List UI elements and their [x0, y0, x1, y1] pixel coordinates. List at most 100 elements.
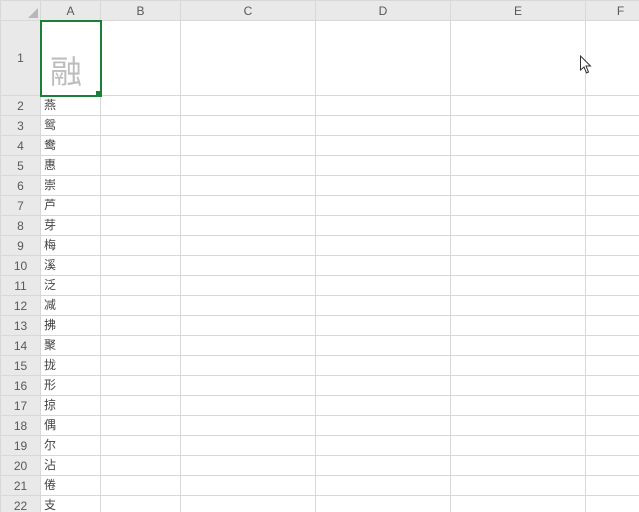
- row-header-19[interactable]: 19: [1, 436, 41, 456]
- cell-a6[interactable]: 崇: [41, 176, 101, 196]
- cell-c7[interactable]: [181, 196, 316, 216]
- row-header-6[interactable]: 6: [1, 176, 41, 196]
- cell-b1[interactable]: [101, 21, 181, 96]
- cell-b13[interactable]: [101, 316, 181, 336]
- row-header-1[interactable]: 1: [1, 21, 41, 96]
- cell-e15[interactable]: [451, 356, 586, 376]
- cell-f18[interactable]: [586, 416, 639, 436]
- cell-e19[interactable]: [451, 436, 586, 456]
- cell-c10[interactable]: [181, 256, 316, 276]
- select-all-corner[interactable]: [1, 1, 41, 21]
- cell-b12[interactable]: [101, 296, 181, 316]
- column-header-b[interactable]: B: [101, 1, 181, 21]
- cell-a3[interactable]: 鸳: [41, 116, 101, 136]
- cell-c16[interactable]: [181, 376, 316, 396]
- cell-d16[interactable]: [316, 376, 451, 396]
- cell-f6[interactable]: [586, 176, 639, 196]
- grid[interactable]: ABCDEF1融2燕3鸳4鸯5惠6崇7芦8芽9梅10溪11泛12减13拂14聚1…: [0, 0, 639, 512]
- cell-a15[interactable]: 拢: [41, 356, 101, 376]
- cell-f19[interactable]: [586, 436, 639, 456]
- cell-d11[interactable]: [316, 276, 451, 296]
- cell-c3[interactable]: [181, 116, 316, 136]
- cell-a12[interactable]: 减: [41, 296, 101, 316]
- cell-a7[interactable]: 芦: [41, 196, 101, 216]
- cell-a14[interactable]: 聚: [41, 336, 101, 356]
- row-header-5[interactable]: 5: [1, 156, 41, 176]
- cell-f20[interactable]: [586, 456, 639, 476]
- cell-b18[interactable]: [101, 416, 181, 436]
- cell-e14[interactable]: [451, 336, 586, 356]
- row-header-2[interactable]: 2: [1, 96, 41, 116]
- cell-d21[interactable]: [316, 476, 451, 496]
- column-header-f[interactable]: F: [586, 1, 639, 21]
- cell-c5[interactable]: [181, 156, 316, 176]
- cell-a18[interactable]: 偶: [41, 416, 101, 436]
- cell-f22[interactable]: [586, 496, 639, 512]
- cell-d4[interactable]: [316, 136, 451, 156]
- cell-a13[interactable]: 拂: [41, 316, 101, 336]
- cell-b17[interactable]: [101, 396, 181, 416]
- column-header-e[interactable]: E: [451, 1, 586, 21]
- cell-f12[interactable]: [586, 296, 639, 316]
- cell-a9[interactable]: 梅: [41, 236, 101, 256]
- cell-b9[interactable]: [101, 236, 181, 256]
- cell-e13[interactable]: [451, 316, 586, 336]
- cell-e17[interactable]: [451, 396, 586, 416]
- cell-d18[interactable]: [316, 416, 451, 436]
- cell-b8[interactable]: [101, 216, 181, 236]
- cell-b6[interactable]: [101, 176, 181, 196]
- cell-b3[interactable]: [101, 116, 181, 136]
- cell-c21[interactable]: [181, 476, 316, 496]
- cell-a11[interactable]: 泛: [41, 276, 101, 296]
- cell-b14[interactable]: [101, 336, 181, 356]
- cell-d6[interactable]: [316, 176, 451, 196]
- cell-a8[interactable]: 芽: [41, 216, 101, 236]
- cell-f5[interactable]: [586, 156, 639, 176]
- cell-e1[interactable]: [451, 21, 586, 96]
- cell-b11[interactable]: [101, 276, 181, 296]
- cell-e9[interactable]: [451, 236, 586, 256]
- row-header-9[interactable]: 9: [1, 236, 41, 256]
- row-header-12[interactable]: 12: [1, 296, 41, 316]
- cell-c15[interactable]: [181, 356, 316, 376]
- cell-d13[interactable]: [316, 316, 451, 336]
- cell-d14[interactable]: [316, 336, 451, 356]
- cell-b2[interactable]: [101, 96, 181, 116]
- fill-handle[interactable]: [95, 90, 101, 96]
- cell-b10[interactable]: [101, 256, 181, 276]
- cell-e12[interactable]: [451, 296, 586, 316]
- cell-a20[interactable]: 沾: [41, 456, 101, 476]
- cell-a22[interactable]: 支: [41, 496, 101, 512]
- cell-a21[interactable]: 倦: [41, 476, 101, 496]
- cell-b21[interactable]: [101, 476, 181, 496]
- cell-e8[interactable]: [451, 216, 586, 236]
- cell-c13[interactable]: [181, 316, 316, 336]
- row-header-17[interactable]: 17: [1, 396, 41, 416]
- cell-d8[interactable]: [316, 216, 451, 236]
- row-header-3[interactable]: 3: [1, 116, 41, 136]
- cell-f4[interactable]: [586, 136, 639, 156]
- cell-e18[interactable]: [451, 416, 586, 436]
- row-header-21[interactable]: 21: [1, 476, 41, 496]
- row-header-15[interactable]: 15: [1, 356, 41, 376]
- cell-e21[interactable]: [451, 476, 586, 496]
- cell-f9[interactable]: [586, 236, 639, 256]
- row-header-13[interactable]: 13: [1, 316, 41, 336]
- cell-f2[interactable]: [586, 96, 639, 116]
- cell-f11[interactable]: [586, 276, 639, 296]
- row-header-20[interactable]: 20: [1, 456, 41, 476]
- cell-b22[interactable]: [101, 496, 181, 512]
- cell-d20[interactable]: [316, 456, 451, 476]
- row-header-11[interactable]: 11: [1, 276, 41, 296]
- cell-b7[interactable]: [101, 196, 181, 216]
- column-header-a[interactable]: A: [41, 1, 101, 21]
- cell-f10[interactable]: [586, 256, 639, 276]
- row-header-7[interactable]: 7: [1, 196, 41, 216]
- cell-f7[interactable]: [586, 196, 639, 216]
- cell-b5[interactable]: [101, 156, 181, 176]
- cell-e5[interactable]: [451, 156, 586, 176]
- cell-b4[interactable]: [101, 136, 181, 156]
- cell-b15[interactable]: [101, 356, 181, 376]
- cell-f15[interactable]: [586, 356, 639, 376]
- cell-c19[interactable]: [181, 436, 316, 456]
